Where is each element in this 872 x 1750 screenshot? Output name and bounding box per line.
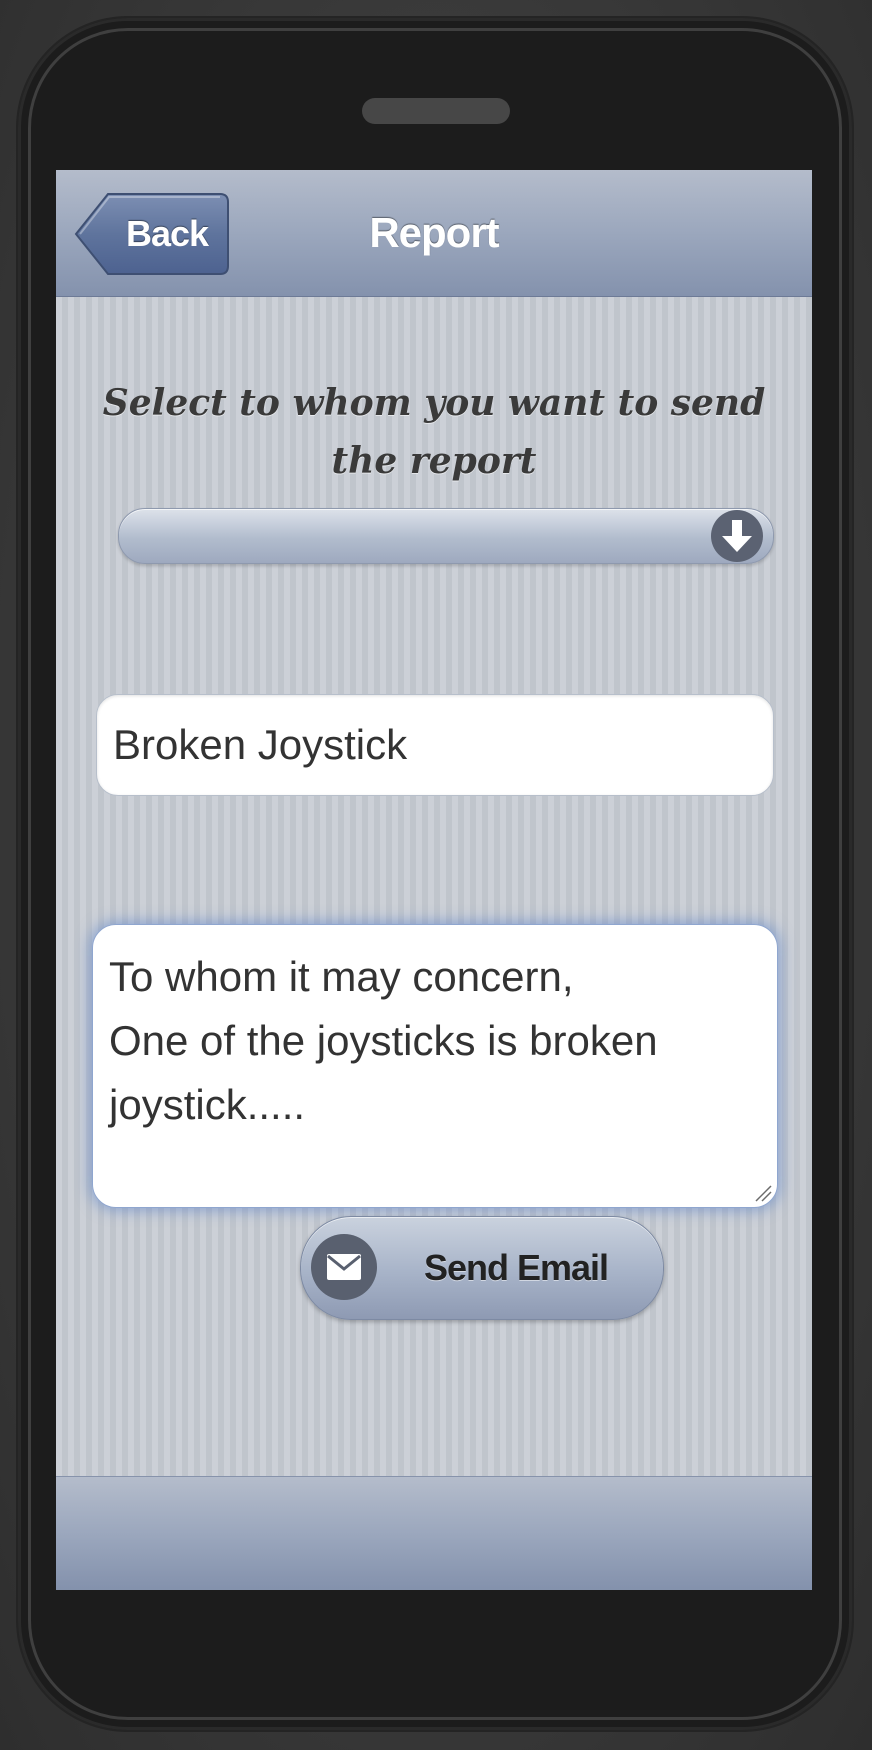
- recipient-prompt: Select to whom you want to send the repo…: [102, 382, 766, 482]
- send-email-button[interactable]: Send Email: [300, 1216, 664, 1320]
- envelope-icon: [311, 1234, 377, 1300]
- page-title: Report: [369, 209, 499, 256]
- footer-bar: [56, 1476, 812, 1590]
- message-field-wrapper: To whom it may concern, One of the joyst…: [92, 924, 778, 1208]
- send-email-label: Send Email: [423, 1247, 609, 1288]
- recipient-select[interactable]: [118, 508, 774, 564]
- back-button[interactable]: Back: [74, 192, 230, 276]
- back-button-label: Back: [125, 213, 209, 254]
- phone-speaker: [362, 98, 510, 124]
- phone-frame: Back Report Select to whom you want to s…: [18, 18, 852, 1730]
- resize-grip-icon[interactable]: [752, 1182, 772, 1202]
- app-screen: Back Report Select to whom you want to s…: [56, 170, 812, 1590]
- header-bar: Back Report: [56, 170, 812, 297]
- message-textarea[interactable]: To whom it may concern, One of the joyst…: [92, 924, 778, 1208]
- arrow-down-circle-icon: [711, 510, 763, 562]
- subject-input[interactable]: [96, 694, 774, 796]
